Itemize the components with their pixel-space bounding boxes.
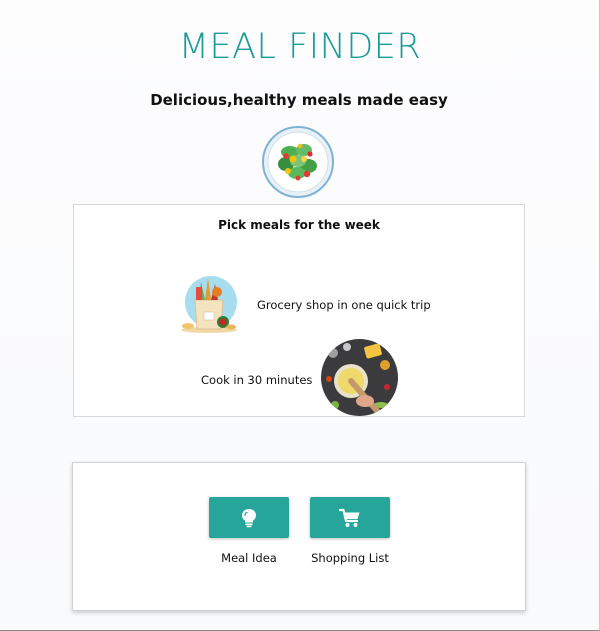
app-title: MEAL FINDER: [178, 27, 422, 67]
shopping-list-label: Shopping List: [311, 551, 389, 565]
card-title: Pick meals for the week: [218, 218, 380, 232]
tagline: Delicious,healthy meals made easy: [150, 91, 448, 109]
grocery-feature-text: Grocery shop in one quick trip: [257, 298, 431, 312]
meal-idea-label: Meal Idea: [221, 551, 277, 565]
meal-idea-button[interactable]: [209, 497, 289, 538]
shopping-list-button[interactable]: [310, 497, 390, 538]
grocery-bag-image: [181, 276, 237, 333]
cooking-image: [321, 339, 398, 416]
cook-feature-text: Cook in 30 minutes: [201, 373, 313, 387]
salad-plate-image: [262, 126, 334, 198]
actions-card: Meal Idea Shopping List: [72, 462, 526, 611]
weekly-plan-card: Pick meals for the week Grocery shop in …: [73, 204, 525, 417]
lightbulb-icon: [242, 508, 256, 527]
cart-icon: [339, 508, 360, 527]
page: MEAL FINDER Delicious,healthy meals made…: [0, 0, 600, 631]
